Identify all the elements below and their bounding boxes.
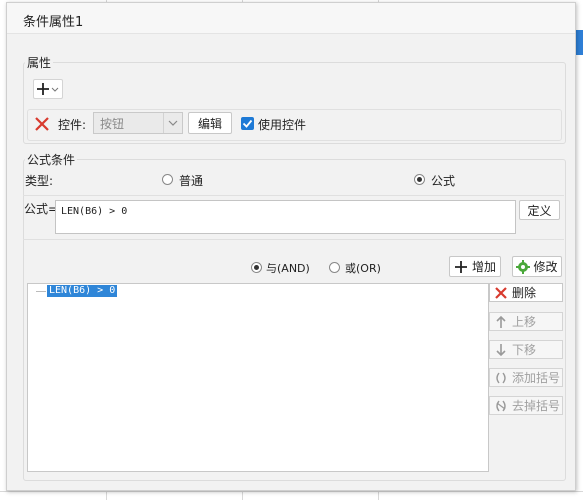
tree-connector [36,291,46,292]
control-select-value: 按钮 [100,116,125,131]
define-button[interactable]: 定义 [519,200,560,220]
condition-list[interactable]: LEN(B6) > 0 [27,283,489,472]
use-control-checkbox[interactable] [241,117,254,130]
arrow-down-icon [496,343,506,356]
control-label: 控件: [58,118,87,132]
formula-label: 公式= [24,202,59,216]
remove-bracket-icon [496,400,506,411]
type-label: 类型: [25,174,54,188]
divider [23,195,564,196]
add-condition-button[interactable]: 增加 [449,256,501,277]
arrow-up-icon [496,315,506,328]
modify-condition-button[interactable]: 修改 [512,256,562,277]
add-condition-label: 增加 [471,260,496,274]
type-normal-label: 普通 [179,174,204,188]
divider [23,239,564,240]
modify-condition-label: 修改 [533,260,558,274]
or-radio[interactable] [329,262,340,273]
delete-icon [495,286,507,299]
formula-input[interactable]: LEN(B6) > 0 [55,200,516,234]
use-control-label: 使用控件 [258,118,307,132]
and-radio[interactable] [251,262,262,273]
move-up-button[interactable]: 上移 [489,312,563,331]
add-attribute-button[interactable] [33,79,63,99]
add-bracket-label: 添加括号 [512,371,561,385]
bracket-icon [496,372,506,383]
chevron-down-icon [163,113,182,133]
remove-bracket-label: 去掉括号 [512,399,561,413]
dialog-title: 条件属性1 [23,15,84,30]
delete-label: 删除 [512,286,537,300]
move-down-button[interactable]: 下移 [489,340,563,359]
add-bracket-button[interactable]: 添加括号 [489,368,563,387]
and-label-text: 与(AND) [266,262,310,275]
delete-condition-button[interactable]: 删除 [489,283,563,302]
type-normal-radio[interactable] [162,174,173,185]
close-icon [35,117,49,131]
type-formula-label: 公式 [431,174,456,188]
remove-bracket-button[interactable]: 去掉括号 [489,396,563,415]
or-label: 或(OR) [345,262,381,275]
move-down-label: 下移 [512,343,537,357]
delete-attribute-button[interactable] [33,115,51,133]
gear-icon [516,259,531,274]
edit-button[interactable]: 编辑 [188,112,232,134]
plus-icon [37,83,59,95]
move-up-label: 上移 [512,315,537,329]
condition-list-item[interactable]: LEN(B6) > 0 [47,285,118,297]
control-select[interactable]: 按钮 [93,112,183,134]
formula-condition-label: 公式条件 [25,151,78,168]
check-icon [242,119,253,128]
dialog-titlebar: 条件属性1 [7,3,575,34]
condition-attribute-dialog: 条件属性1 属性 控件: 按钮 编辑 使用控件 公式条件 类型: 普通 公式 公… [6,2,576,491]
and-label: 与(AND) [266,260,310,276]
formula-text: LEN(B6) > 0 [61,206,128,217]
type-formula-radio[interactable] [414,174,425,185]
attributes-label: 属性 [25,54,54,71]
plus-icon [454,260,467,273]
sheet-row-line [0,491,583,492]
